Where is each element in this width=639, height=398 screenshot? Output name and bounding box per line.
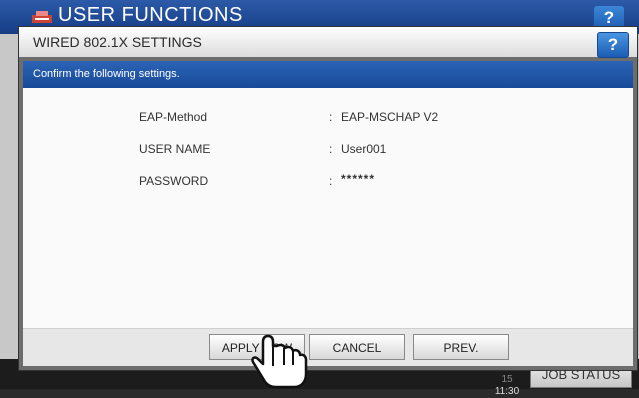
hand-pointer-icon bbox=[251, 334, 308, 389]
setting-label-user-name: USER NAME bbox=[139, 142, 211, 156]
message-text: Confirm the following settings. bbox=[33, 68, 180, 80]
message-bar: Confirm the following settings. bbox=[23, 61, 633, 88]
dialog-titlebar: WIRED 802.1X SETTINGS ? bbox=[19, 27, 637, 58]
dialog-footer: APPLY NOW CANCEL PREV. bbox=[23, 328, 633, 366]
setting-separator: : bbox=[329, 110, 333, 124]
dialog-help-button[interactable]: ? bbox=[597, 32, 629, 58]
setting-value-password: ****** bbox=[341, 172, 376, 186]
printer-icon bbox=[32, 11, 52, 23]
cancel-button[interactable]: CANCEL bbox=[309, 334, 405, 360]
dialog-title: WIRED 802.1X SETTINGS bbox=[33, 34, 202, 50]
prev-button[interactable]: PREV. bbox=[413, 334, 509, 360]
setting-separator: : bbox=[329, 174, 333, 188]
background-title: USER FUNCTIONS bbox=[58, 4, 243, 26]
settings-panel: EAP-Method : EAP-MSCHAP V2 USER NAME : U… bbox=[23, 88, 633, 328]
setting-value-eap-method: EAP-MSCHAP V2 bbox=[341, 110, 439, 124]
setting-separator: : bbox=[329, 142, 333, 156]
setting-value-user-name: User001 bbox=[341, 142, 387, 156]
time-text: 11:30 bbox=[494, 386, 520, 397]
wired-8021x-dialog: WIRED 802.1X SETTINGS ? Confirm the foll… bbox=[18, 26, 638, 371]
setting-label-eap-method: EAP-Method bbox=[139, 110, 208, 124]
setting-label-password: PASSWORD bbox=[139, 174, 209, 188]
